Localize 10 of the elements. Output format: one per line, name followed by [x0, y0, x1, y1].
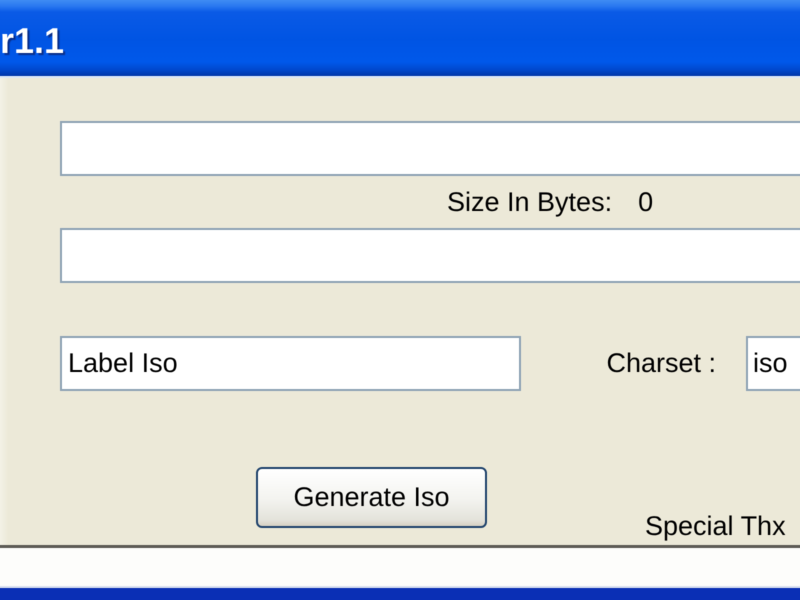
credit-text: Special Thx: [645, 511, 786, 542]
charset-label: Charset :: [606, 348, 716, 379]
output-field[interactable]: [60, 228, 800, 283]
size-label: Size In Bytes:: [447, 186, 612, 218]
size-value: 0: [638, 186, 654, 218]
input-field[interactable]: [60, 121, 800, 176]
window-title: r1.1: [0, 21, 64, 61]
label-field[interactable]: Label Iso: [60, 336, 522, 391]
generate-iso-button[interactable]: Generate Iso: [256, 467, 487, 528]
charset-field[interactable]: iso: [746, 336, 800, 391]
